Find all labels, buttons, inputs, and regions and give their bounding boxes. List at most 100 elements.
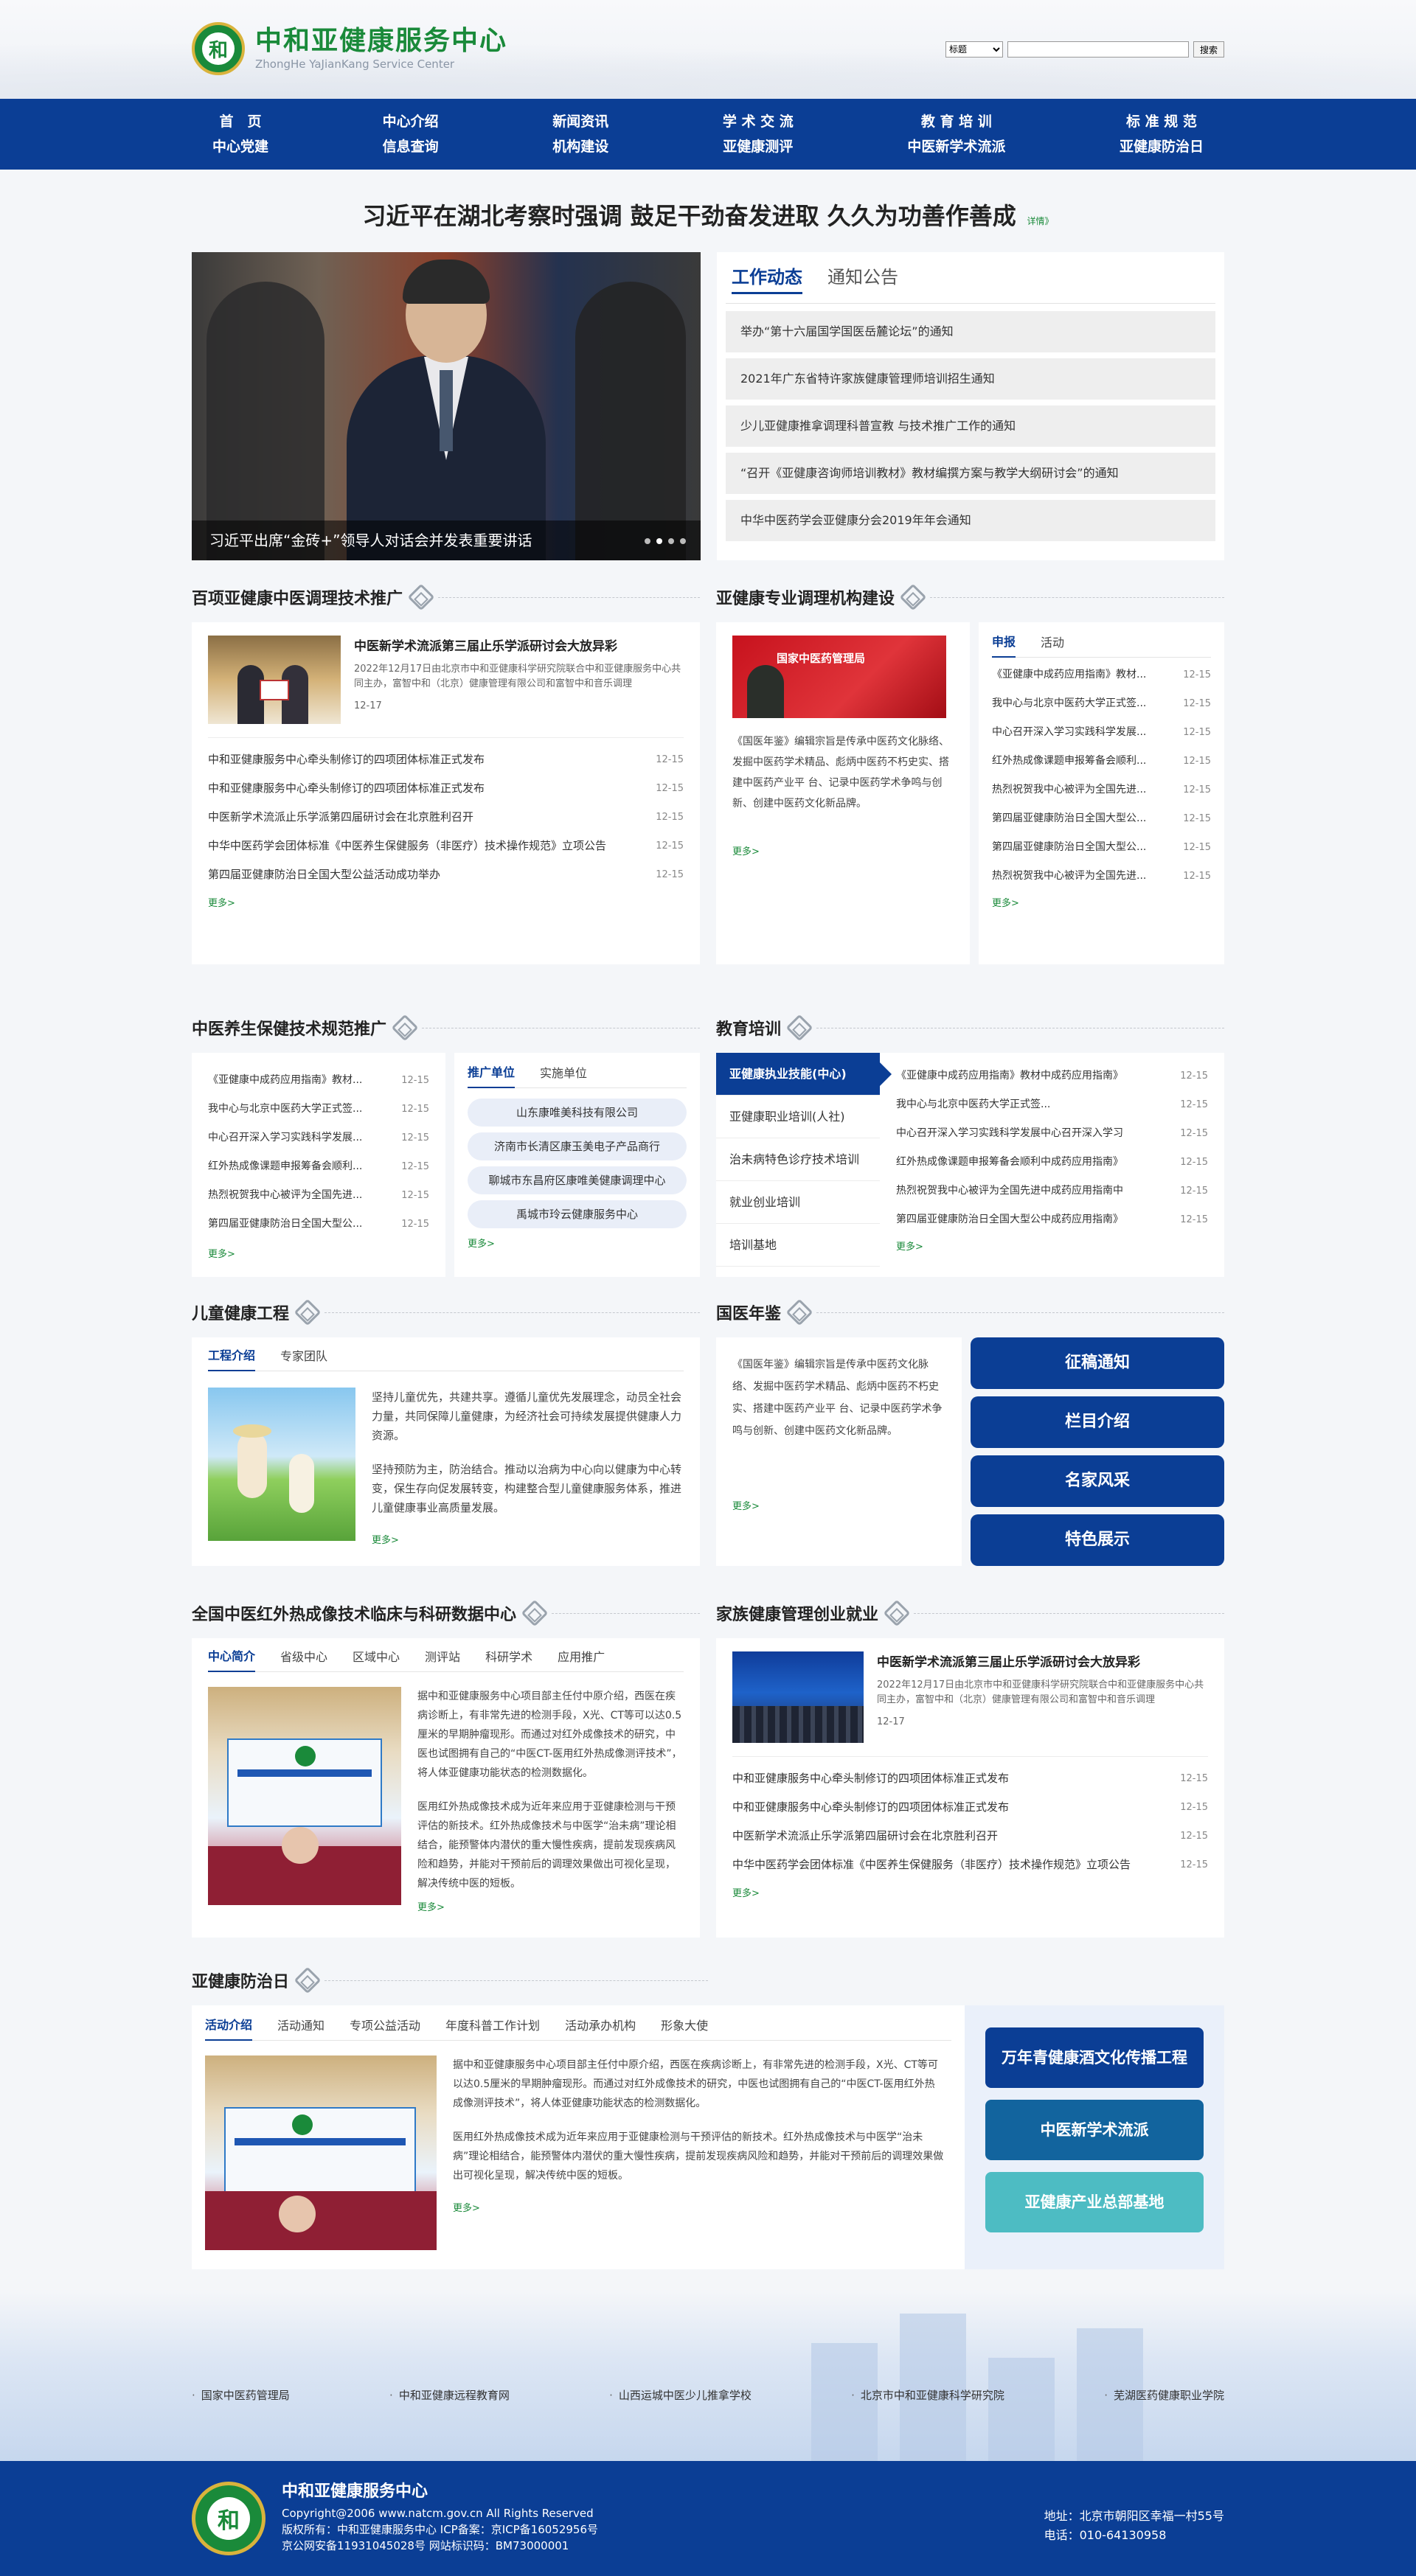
list-item[interactable]: 中华中医药学会亚健康分会2019年年会通知 [726,500,1215,541]
infrared-thumbnail[interactable] [208,1687,401,1905]
list-item[interactable]: 我中心与北京中医药大学正式签... 12-15 [992,689,1211,718]
list-item[interactable]: “召开《亚健康咨询师培训教材》教材编撰方案与教学大纲研讨会”的通知 [726,453,1215,494]
feature-title[interactable]: 中医新学术流派第三届止乐学派研讨会大放异彩 [354,636,684,658]
list-item[interactable]: 《亚健康中成药应用指南》教材中成药应用指南》 12-15 [896,1062,1208,1090]
new-school-button[interactable]: 中医新学术流派 [985,2100,1204,2160]
list-item[interactable]: 中心召开深入学习实践科学发展... 12-15 [208,1124,429,1152]
list-item[interactable]: 中医新学术流派止乐学派第四届研讨会在北京胜利召开 12-15 [208,803,684,832]
list-item[interactable]: 中和亚健康服务中心牵头制修订的四项团体标准正式发布 12-15 [208,745,684,774]
edu-menu-item[interactable]: 治未病特色诊疗技术培训 [716,1138,880,1181]
nav-item[interactable]: 标 准 规 范 [1120,109,1204,134]
tab-implementers[interactable]: 实施单位 [540,1059,587,1087]
nav-item[interactable]: 首 页 [212,109,268,134]
tab-provincial[interactable]: 省级中心 [280,1643,327,1671]
list-item[interactable]: 热烈祝贺我中心被评为全国先进... 12-15 [992,776,1211,804]
tab-activity-notice[interactable]: 活动通知 [277,2012,324,2040]
unit-item[interactable]: 禹城市玲云健康服务中心 [468,1200,687,1228]
nav-item[interactable]: 新闻资讯 [552,109,608,134]
search-type-select[interactable]: 标题 [945,41,1003,58]
list-item[interactable]: 第四届亚健康防治日全国大型公... 12-15 [992,804,1211,833]
list-item[interactable]: 红外热成像课题申报筹备会顺利... 12-15 [208,1152,429,1181]
unit-item[interactable]: 济南市长清区康玉美电子产品商行 [468,1132,687,1160]
site-logo[interactable]: 和 中和亚健康服务中心 ZhongHe YaJianKang Service C… [192,22,507,75]
tab-activity[interactable]: 活动 [1041,629,1064,657]
list-item[interactable]: 热烈祝贺我中心被评为全国先进中成药应用指南中 12-15 [896,1177,1208,1205]
more-link[interactable]: 更多> [732,843,954,857]
yearbook-masters-button[interactable]: 名家风采 [971,1455,1224,1507]
carousel-dot[interactable] [645,538,650,544]
list-item[interactable]: 中心召开深入学习实践科学发展中心召开深入学习 12-15 [896,1119,1208,1148]
more-link[interactable]: 更多> [992,895,1211,909]
more-link[interactable]: 更多> [372,1532,684,1546]
nav-item[interactable]: 学 术 交 流 [723,109,794,134]
headline-more-link[interactable]: 详情》 [1027,216,1054,226]
search-input[interactable] [1007,41,1189,58]
carousel-dot[interactable] [668,538,674,544]
unit-item[interactable]: 聊城市东昌府区康唯美健康调理中心 [468,1166,687,1194]
feature-thumbnail[interactable] [208,636,341,724]
tab-regional[interactable]: 区域中心 [353,1643,400,1671]
tab-ambassadors[interactable]: 形象大使 [661,2012,708,2040]
yearbook-features-button[interactable]: 特色展示 [971,1514,1224,1566]
more-link[interactable]: 更多> [208,1246,429,1260]
friend-link[interactable]: 国家中医药管理局 [192,2387,290,2403]
edu-menu-item[interactable]: 就业创业培训 [716,1181,880,1224]
list-item[interactable]: 中和亚健康服务中心牵头制修订的四项团体标准正式发布 12-15 [732,1793,1208,1822]
tab-work-news[interactable]: 工作动态 [732,262,802,294]
headline-title[interactable]: 习近平在湖北考察时强调 鼓足干劲奋发进取 久久为功善作善成 [362,202,1016,230]
nav-item[interactable]: 教 育 培 训 [907,109,1005,134]
tab-organizers[interactable]: 活动承办机构 [565,2012,636,2040]
tab-stations[interactable]: 测评站 [425,1643,460,1671]
friend-link[interactable]: 中和亚健康远程教育网 [389,2387,510,2403]
list-item[interactable]: 《亚健康中成药应用指南》教材... 12-15 [992,661,1211,689]
prevention-thumbnail[interactable] [205,2055,437,2250]
children-thumbnail[interactable] [208,1388,355,1541]
edu-menu-item[interactable]: 亚健康执业技能(中心) [716,1053,892,1096]
list-item[interactable]: 中心召开深入学习实践科学发展... 12-15 [992,718,1211,747]
tab-notices[interactable]: 通知公告 [827,262,898,292]
list-item[interactable]: 举办“第十六届国学国医岳麓论坛”的通知 [726,311,1215,352]
list-item[interactable]: 第四届亚健康防治日全国大型公中成药应用指南》 12-15 [896,1205,1208,1234]
tab-promoters[interactable]: 推广单位 [468,1059,516,1088]
search-button[interactable]: 搜索 [1193,41,1224,58]
list-item[interactable]: 第四届亚健康防治日全国大型公益活动成功举办 12-15 [208,860,684,889]
more-link[interactable]: 更多> [468,1236,687,1250]
news-carousel[interactable]: 习近平出席“金砖+”领导人对话会并发表重要讲话 [192,252,701,560]
tab-research[interactable]: 科研学术 [485,1643,532,1671]
carousel-dot[interactable] [680,538,686,544]
friend-link[interactable]: 山西运城中医少儿推拿学校 [609,2387,752,2403]
nav-item[interactable]: 信息查询 [383,134,439,159]
carousel-caption[interactable]: 习近平出席“金砖+”领导人对话会并发表重要讲话 [192,521,701,560]
more-link[interactable]: 更多> [732,1885,1208,1899]
tab-apply[interactable]: 申报 [992,628,1016,658]
nav-item[interactable]: 机构建设 [552,134,608,159]
yearbook-call-button[interactable]: 征稿通知 [971,1337,1224,1389]
list-item[interactable]: 红外热成像课题申报筹备会顺利中成药应用指南》 12-15 [896,1148,1208,1177]
more-link[interactable]: 更多> [417,1899,684,1913]
tab-project-intro[interactable]: 工程介绍 [208,1342,256,1371]
list-item[interactable]: 中医新学术流派止乐学派第四届研讨会在北京胜利召开 12-15 [732,1822,1208,1851]
more-link[interactable]: 更多> [732,1498,945,1512]
tab-activity-intro[interactable]: 活动介绍 [205,2011,253,2041]
list-item[interactable]: 中和亚健康服务中心牵头制修订的四项团体标准正式发布 12-15 [732,1764,1208,1793]
nav-item[interactable]: 中心党建 [212,134,268,159]
list-item[interactable]: 我中心与北京中医药大学正式签... 12-15 [208,1095,429,1124]
yearbook-columns-button[interactable]: 栏目介绍 [971,1396,1224,1448]
list-item[interactable]: 红外热成像课题申报筹备会顺利... 12-15 [992,747,1211,776]
nav-item[interactable]: 亚健康测评 [723,134,794,159]
list-item[interactable]: 《亚健康中成药应用指南》教材... 12-15 [208,1066,429,1095]
nav-item[interactable]: 亚健康防治日 [1120,134,1204,159]
more-link[interactable]: 更多> [896,1239,1208,1253]
tab-annual-plan[interactable]: 年度科普工作计划 [445,2012,540,2040]
tab-application[interactable]: 应用推广 [558,1643,605,1671]
list-item[interactable]: 热烈祝贺我中心被评为全国先进... 12-15 [992,862,1211,891]
list-item[interactable]: 2021年广东省特许家族健康管理师培训招生通知 [726,358,1215,400]
carousel-dot-active[interactable] [656,538,662,544]
feature-thumbnail[interactable] [732,1651,864,1743]
institution-thumbnail[interactable]: 国家中医药管理局 [732,636,946,718]
more-link[interactable]: 更多> [453,2200,944,2214]
industry-base-button[interactable]: 亚健康产业总部基地 [985,2172,1204,2232]
friend-link[interactable]: 北京市中和亚健康科学研究院 [851,2387,1004,2403]
list-item[interactable]: 少儿亚健康推拿调理科普宣教 与技术推广工作的通知 [726,405,1215,447]
list-item[interactable]: 中华中医药学会团体标准《中医养生保健服务（非医疗）技术操作规范》立项公告 12-1… [732,1851,1208,1879]
